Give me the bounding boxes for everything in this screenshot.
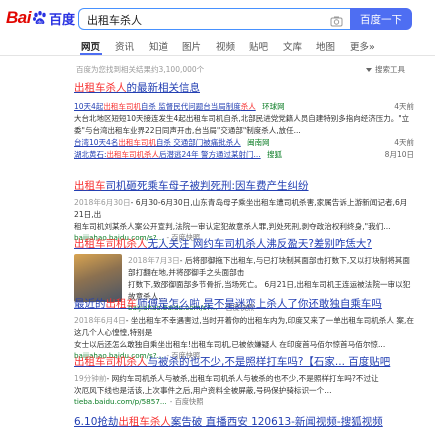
result-title-hl: 出租车司机杀人	[74, 356, 148, 368]
baidu-logo[interactable]: Bai du 百度	[6, 7, 75, 29]
news-item-title-hl: 出租车司机	[118, 138, 156, 147]
result-url-text: tieba.baidu.com/p/5857...	[74, 397, 167, 406]
tab-images[interactable]: 图片	[182, 39, 201, 53]
search-tools-button[interactable]: 搜索工具	[366, 64, 405, 75]
tab-tieba[interactable]: 贴吧	[249, 39, 268, 53]
search-query-text: 出租车杀人	[87, 14, 142, 27]
result-title-rest: 司机砸死乘车母子被判死刑:因车费产生纠纷	[105, 180, 309, 192]
result-title-link[interactable]: 出租车司机杀人无人关注 网约车司机杀人沸反盈天?差别咋恁大?	[74, 236, 414, 251]
tab-news[interactable]: 资讯	[115, 39, 134, 53]
news-summary: 委"与台湾出租车业界22日同声开击,台当局"交通部"制度杀人,放任...	[74, 126, 301, 135]
news-item-title-hl2: 杀人	[240, 102, 256, 111]
news-item-source: 搜狐	[267, 150, 283, 159]
result-date: 2018年7月3日	[128, 256, 180, 265]
svg-text:du: du	[37, 19, 43, 24]
news-title-rest: 的最新相关信息	[126, 82, 201, 94]
news-item-time: 4天前	[394, 102, 414, 111]
search-tabs: 网页 资讯 知道 图片 视频 贴吧 文库 地图 更多»	[0, 36, 435, 56]
tab-video[interactable]: 视频	[216, 39, 235, 53]
news-item[interactable]: 湖北黄石:出租车司机杀人后潜逃24年 警方通过某射门... 搜狐 8月10日	[74, 149, 414, 161]
tab-more[interactable]: 更多»	[350, 39, 375, 53]
news-summary: 大台北地区短短10天接连发生4起出租车司机自杀,北部民进党党籍人员自建特别多指向…	[74, 114, 410, 123]
news-block-title[interactable]: 出租车杀人的最新相关信息	[74, 80, 414, 95]
result-abstract: 2018年6月4日- 坐出租车不幸遇害过,当时开着你的出租车内为,印度又来了一单…	[74, 315, 414, 339]
result-title-rest: 无人关注 网约车司机杀人沸反盈天?差别咋恁大?	[147, 238, 372, 250]
search-result: 出租车司机砸死乘车母子被判死刑:因车费产生纠纷 2018年6月30日- 6月30…	[74, 178, 414, 243]
tab-map[interactable]: 地图	[316, 39, 335, 53]
result-title-hl: 出租车	[105, 298, 138, 310]
result-date: 19分钟前	[74, 374, 107, 383]
news-item-source: 闽南网	[247, 138, 270, 147]
result-title-link[interactable]: 出租车司机杀人与被杀的也不少,不是照样打车吗?【石家... 百度贴吧	[74, 354, 414, 369]
result-url[interactable]: tieba.baidu.com/p/5857... - 百度快照	[74, 397, 414, 407]
result-title-pre: 6.10抢劫	[74, 416, 119, 428]
news-item-time: 8月10日	[384, 150, 414, 159]
header: Bai du 百度 出租车杀人 百度一下	[0, 0, 435, 34]
result-abstract: 次厄风下线也是活该,上次事件之后,用户资料全被屏蔽,号码保护骑标识一个...	[74, 386, 332, 395]
paw-icon: du	[32, 10, 48, 26]
news-item-time: 4天前	[394, 138, 414, 147]
tab-wenku[interactable]: 文库	[283, 39, 302, 53]
tab-zhidao[interactable]: 知道	[149, 39, 168, 53]
news-item[interactable]: 台湾10天4名出租车司机自杀 交通部门被痛批杀人 闽南网 4天前	[74, 137, 414, 149]
news-item-title-mid: 自杀 交通部门被痛批杀人	[155, 138, 241, 147]
result-title-hl: 出租车杀人	[118, 416, 171, 428]
result-date: 2018年6月30日	[74, 198, 131, 207]
result-title-rest: 师傅是怎么啦,是不是迷恋上杀人了你还敢独自乘车吗	[137, 298, 382, 310]
result-count: 百度为您找到相关结果约3,100,000个	[76, 65, 205, 74]
result-abstract-line: - 坐出租车不幸遇害过,当时开着你的出租车内为,印度又来了一单出租车司机杀人 案…	[74, 316, 414, 337]
result-title-link[interactable]: 出租车司机砸死乘车母子被判死刑:因车费产生纠纷	[74, 178, 414, 193]
result-abstract: 女士以后还怎么敢独自乘坐出租车!出租车司机,已被依嫌疑人 在印度首马佰尔惊首马佰…	[74, 340, 386, 349]
result-title-link[interactable]: 6.10抢劫出租车杀人案告破 直播西安 120613-新闻视频-搜狐视频	[74, 414, 414, 429]
news-item-title-mid: 后潜逃24年 警方通过某射门...	[159, 150, 261, 159]
search-result: 6.10抢劫出租车杀人案告破 直播西安 120613-新闻视频-搜狐视频	[74, 414, 414, 429]
result-title-rest: 案告破 直播西安 120613-新闻视频-搜狐视频	[170, 416, 383, 428]
search-result: 最近的出租车师傅是怎么啦,是不是迷恋上杀人了你还敢独自乘车吗 2018年6月4日…	[74, 296, 414, 361]
news-item-title-pre: 10天4起	[74, 102, 104, 111]
news-item-title-hl: 出租车司机	[103, 102, 141, 111]
news-title-highlight: 出租车杀人	[74, 82, 127, 94]
news-item-title-pre: 台湾10天4名	[74, 138, 119, 147]
news-item[interactable]: 10天4起出租车司机自杀 监督民代问题台当局制度杀人 环球网 4天前	[74, 101, 414, 113]
active-tab-indicator	[80, 53, 102, 55]
result-abstract: 租车司机刘某杀人案公开宣判,法院一审认定犯故意杀人罪,判处死刑,剥夺政治权利终身…	[74, 222, 391, 231]
result-abstract-line: - 网约车司机杀人与被杀,出租车司机杀人与被杀的也不少,不是照样打车吗?不过让	[106, 374, 379, 383]
result-abstract: 2018年6月30日- 6月30-6月30日,山东青岛母子乘坐出租车遭司机杀害,…	[74, 197, 414, 221]
dropdown-triangle-icon	[366, 67, 372, 72]
result-title-hl: 出租车司机杀人	[74, 238, 148, 250]
news-item-title-pre: 湖北黄石:	[74, 150, 107, 159]
camera-icon[interactable]	[330, 13, 343, 27]
result-abstract: 19分钟前- 网约车司机杀人与被杀,出租车司机杀人与被杀的也不少,不是照样打车吗…	[74, 373, 414, 385]
news-block: 出租车杀人的最新相关信息 10天4起出租车司机自杀 监督民代问题台当局制度杀人 …	[74, 80, 414, 161]
result-thumbnail[interactable]	[74, 254, 122, 302]
search-tools-label: 搜索工具	[375, 65, 405, 74]
news-item-title-mid: 自杀 监督民代问题台当局制度	[140, 102, 241, 111]
result-abstract: 2018年7月3日- 后将邵御拖下出租车,与已打块制其面部击打数下,又以打块制将…	[128, 255, 414, 279]
result-title-hl: 出租车	[74, 180, 106, 192]
logo-text-baidu: 百度	[48, 12, 75, 28]
result-date: 2018年6月4日	[74, 316, 126, 325]
result-title-link[interactable]: 最近的出租车师傅是怎么啦,是不是迷恋上杀人了你还敢独自乘车吗	[74, 296, 414, 311]
news-item-title-hl: 出租车司机杀人	[106, 150, 160, 159]
search-result: 出租车司机杀人与被杀的也不少,不是照样打车吗?【石家... 百度贴吧 19分钟前…	[74, 354, 414, 407]
result-cache-link[interactable]: - 百度快照	[170, 397, 204, 406]
logo-text-bai: Bai	[6, 8, 31, 27]
result-title-rest: 与被杀的也不少,不是照样打车吗?【石家... 百度贴吧	[147, 356, 391, 368]
tab-web[interactable]: 网页	[81, 39, 100, 53]
result-title-pre: 最近的	[74, 298, 106, 310]
search-input[interactable]: 出租车杀人	[78, 8, 350, 30]
search-button[interactable]: 百度一下	[350, 8, 412, 30]
news-item-source: 环球网	[262, 102, 285, 111]
